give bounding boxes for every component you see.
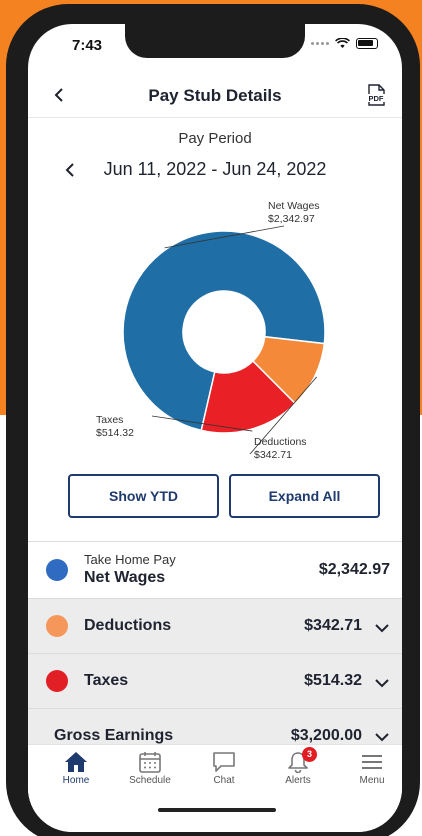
chat-icon (213, 752, 235, 772)
page-title: Pay Stub Details (148, 86, 282, 105)
chart-label-deductions: Deductions $342.71 (254, 436, 307, 462)
donut-chart (122, 225, 326, 455)
wifi-icon (335, 38, 350, 48)
calendar-icon (139, 752, 161, 773)
expand-all-button[interactable]: Expand All (229, 474, 380, 518)
chart-value-taxes: $514.32 (96, 427, 134, 439)
chart-label-taxes: Taxes $514.32 (96, 414, 134, 440)
signal-icon (311, 42, 329, 45)
chart-category-net-wages: Net Wages (268, 200, 320, 212)
tab-chat[interactable]: Chat (194, 751, 254, 786)
taxes-label: Taxes (84, 672, 129, 689)
status-icons (311, 38, 378, 49)
net-wages-color-dot (46, 559, 68, 581)
show-ytd-button[interactable]: Show YTD (68, 474, 219, 518)
home-icon (65, 752, 87, 772)
chart-label-net-wages: Net Wages $2,342.97 (268, 200, 320, 226)
tab-chat-label: Chat (213, 775, 235, 786)
chevron-down-icon[interactable] (374, 677, 390, 689)
tab-alerts[interactable]: 3 Alerts (268, 747, 328, 786)
tab-menu-label: Menu (359, 775, 385, 786)
net-wages-row: Take Home Pay Net Wages $2,342.97 (28, 541, 402, 598)
pay-period-label: Pay Period (178, 130, 252, 147)
tab-menu[interactable]: Menu (342, 751, 402, 786)
taxes-row[interactable]: Taxes $514.32 (28, 653, 402, 708)
tab-home-label: Home (62, 775, 90, 786)
pdf-icon: PDF (365, 84, 387, 106)
gross-earnings-label: Gross Earnings (54, 727, 174, 744)
svg-text:PDF: PDF (369, 94, 384, 103)
pay-period-range: Jun 11, 2022 - Jun 24, 2022 (103, 159, 327, 179)
gross-earnings-amount: $3,200.00 (290, 727, 362, 744)
taxes-color-dot (46, 670, 68, 692)
chevron-down-icon[interactable] (374, 731, 390, 743)
battery-icon (356, 38, 378, 49)
tab-bar: Home Schedule Chat 3 Alerts Menu (28, 744, 402, 832)
deductions-label: Deductions (84, 617, 172, 634)
chart-value-deductions: $342.71 (254, 449, 292, 461)
deductions-row[interactable]: Deductions $342.71 (28, 598, 402, 653)
tab-schedule[interactable]: Schedule (120, 751, 180, 786)
take-home-pay-label: Take Home Pay (84, 552, 176, 567)
app-screen: 7:43 Pay Stub Details PDF Pay Period Jun… (28, 24, 402, 832)
status-time: 7:43 (72, 37, 103, 54)
app-header: Pay Stub Details PDF (28, 74, 402, 118)
net-wages-label: Net Wages (84, 569, 166, 586)
alerts-badge: 3 (302, 747, 317, 762)
chart-category-deductions: Deductions (254, 436, 307, 448)
chart-category-taxes: Taxes (96, 414, 124, 426)
taxes-amount: $514.32 (304, 672, 362, 689)
pdf-button[interactable]: PDF (364, 84, 388, 106)
deductions-amount: $342.71 (304, 617, 362, 634)
phone-frame: 7:43 Pay Stub Details PDF Pay Period Jun… (6, 4, 420, 836)
pay-breakdown-chart: Net Wages $2,342.97 Taxes $514.32 Deduct… (28, 192, 402, 472)
tab-home[interactable]: Home (46, 751, 106, 786)
menu-icon (362, 755, 382, 769)
net-wages-amount: $2,342.97 (318, 561, 390, 578)
home-indicator (158, 808, 276, 812)
gross-earnings-row[interactable]: Gross Earnings $3,200.00 (28, 708, 402, 748)
chevron-down-icon[interactable] (374, 622, 390, 634)
chart-value-net-wages: $2,342.97 (268, 213, 315, 225)
tab-alerts-label: Alerts (285, 775, 311, 786)
deductions-color-dot (46, 615, 68, 637)
tab-schedule-label: Schedule (129, 775, 171, 786)
notch (125, 24, 305, 58)
